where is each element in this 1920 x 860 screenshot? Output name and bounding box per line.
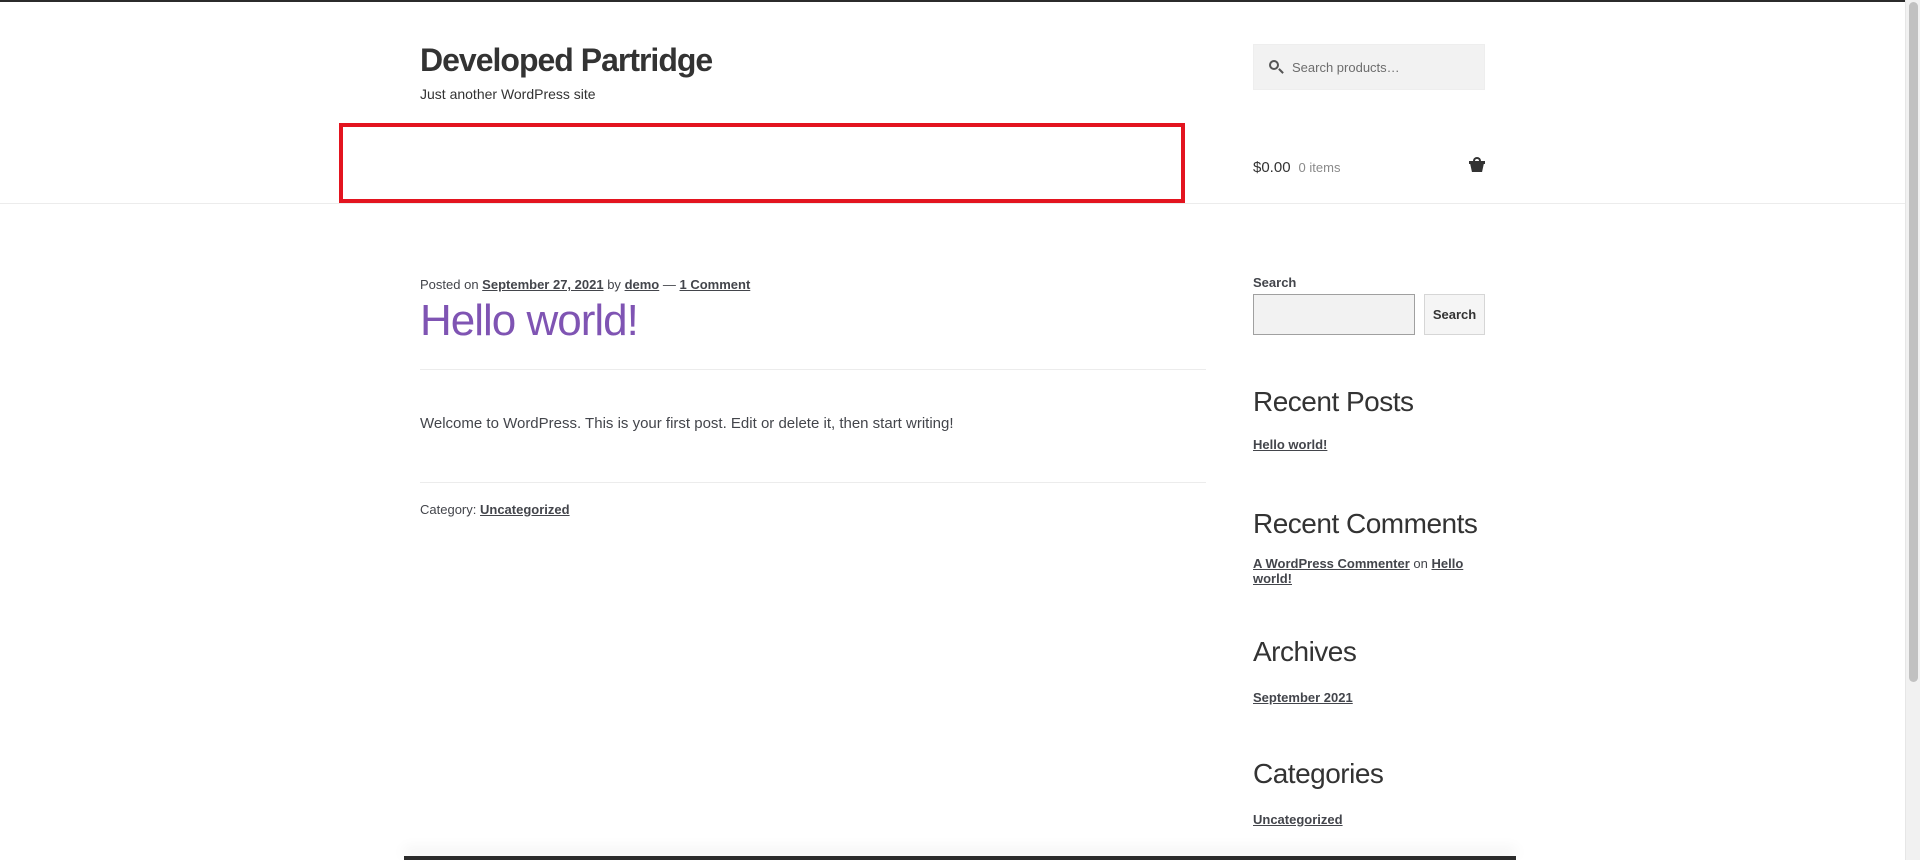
archive-link[interactable]: September 2021 — [1253, 690, 1353, 705]
page-scrollbar[interactable] — [1905, 0, 1920, 860]
cart-amount[interactable]: $0.00 — [1253, 159, 1291, 176]
categories-title: Categories — [1253, 758, 1384, 789]
recent-comment-item: A WordPress Commenter on Hello world! — [1253, 556, 1485, 586]
post-comments-link[interactable]: 1 Comment — [679, 277, 750, 292]
bottom-handheld-bar — [404, 856, 1516, 860]
basket-icon[interactable] — [1469, 157, 1485, 172]
post-category-label: Category: — [420, 502, 477, 517]
sidebar-search-label: Search — [1253, 275, 1297, 290]
recent-posts-title: Recent Posts — [1253, 386, 1414, 417]
comment-on-label: on — [1413, 556, 1428, 571]
post-meta-prefix: Posted on — [420, 277, 479, 292]
post-meta-dash: — — [662, 277, 676, 292]
site-title[interactable]: Developed Partridge — [420, 42, 713, 79]
comment-author-link[interactable]: A WordPress Commenter — [1253, 556, 1410, 571]
site-tagline: Just another WordPress site — [420, 86, 596, 102]
header-cart[interactable]: $0.00 0 items — [1253, 156, 1485, 178]
post-meta: Posted on September 27, 2021 by demo — 1… — [420, 277, 750, 292]
sidebar-search-input[interactable] — [1253, 294, 1415, 335]
post-title[interactable]: Hello world! — [420, 296, 639, 346]
post-header-divider — [420, 369, 1206, 370]
post-date-link[interactable]: September 27, 2021 — [482, 277, 603, 292]
cart-count[interactable]: 0 items — [1299, 160, 1341, 175]
archives-title: Archives — [1253, 636, 1357, 667]
post-by-label: by — [607, 277, 621, 292]
post-category-link[interactable]: Uncategorized — [480, 502, 570, 517]
sidebar-search-button[interactable]: Search — [1424, 294, 1485, 335]
recent-comments-title: Recent Comments — [1253, 508, 1478, 539]
primary-navigation-highlight[interactable] — [339, 123, 1185, 203]
category-link[interactable]: Uncategorized — [1253, 812, 1343, 827]
product-search-box[interactable] — [1253, 44, 1485, 90]
recent-post-link[interactable]: Hello world! — [1253, 437, 1327, 452]
post-author-link[interactable]: demo — [625, 277, 660, 292]
post-body: Welcome to WordPress. This is your first… — [420, 415, 954, 432]
post-category: Category: Uncategorized — [420, 502, 570, 517]
post-footer-divider — [420, 482, 1206, 483]
search-icon — [1268, 59, 1284, 75]
product-search-input[interactable] — [1292, 59, 1472, 75]
scrollbar-thumb[interactable] — [1909, 2, 1918, 682]
